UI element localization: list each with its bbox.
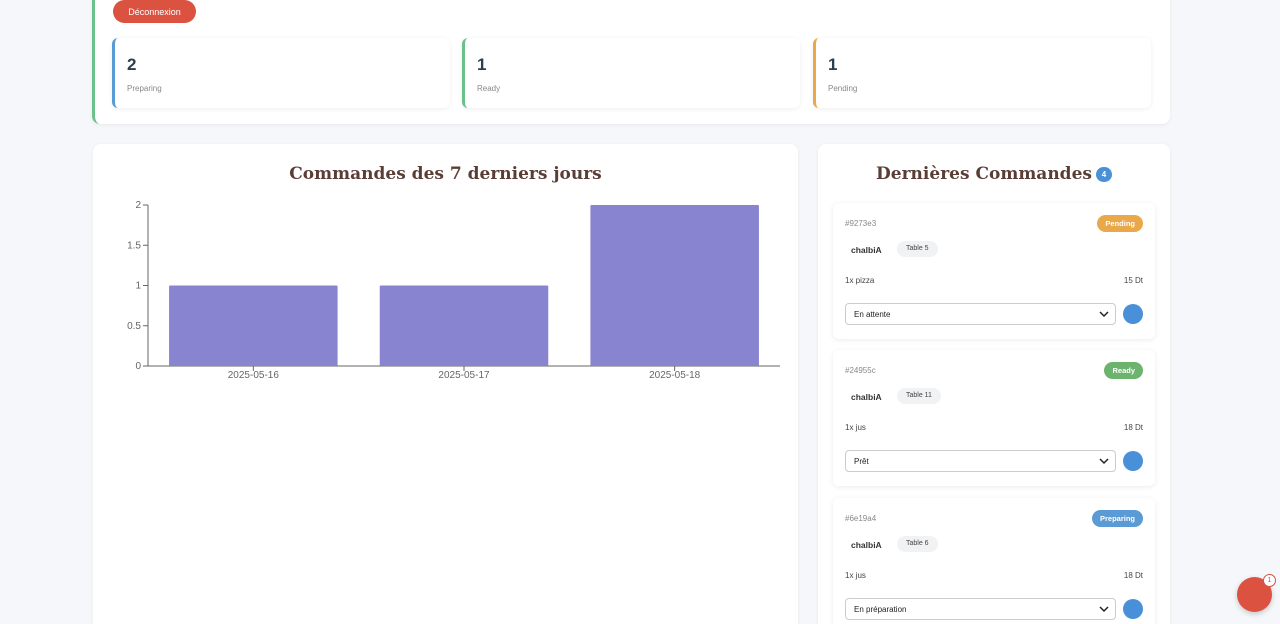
stat-label: Ready — [477, 84, 501, 93]
status-select-value: Prêt — [854, 457, 869, 466]
order-card: #6e19a4 Preparing chalbiA Table 6 1x jus… — [833, 498, 1155, 624]
status-select-value: En préparation — [854, 605, 907, 614]
orders-title-text: Dernières Commandes — [876, 164, 1092, 184]
stat-label: Preparing — [127, 84, 162, 93]
stat-value: 2 — [127, 55, 137, 74]
update-button[interactable] — [1123, 304, 1143, 324]
status-badge: Pending — [1097, 215, 1143, 232]
order-id: #9273e3 — [845, 219, 877, 228]
stat-value: 1 — [477, 55, 487, 74]
status-select[interactable]: En attente — [845, 303, 1116, 325]
orders-panel: Dernières Commandes 4 #9273e3 Pending cha… — [818, 144, 1170, 624]
order-price: 18 Dt — [1123, 423, 1143, 432]
customer-name: chalbiA — [851, 540, 882, 550]
order-card: #9273e3 Pending chalbiA Table 5 1x pizza… — [833, 203, 1155, 339]
x-tick-label: 2025-05-17 — [438, 370, 490, 381]
chart-card: Commandes des 7 derniers jours 0 0.5 1 1.5 2… — [93, 144, 798, 624]
stat-ready: 1 Ready — [462, 38, 800, 108]
notification-badge: 1 — [1263, 574, 1276, 587]
orders-title: Dernières Commandes 4 — [818, 164, 1170, 184]
customer-name: chalbiA — [851, 392, 882, 402]
chevron-down-icon — [1099, 606, 1109, 613]
order-item: 1x jus — [845, 571, 866, 580]
update-button[interactable] — [1123, 599, 1143, 619]
order-id: #6e19a4 — [845, 514, 877, 523]
bar-chart: 0 0.5 1 1.5 2 2025-05-16 2025-05-17 2025-05-18 — [127, 200, 780, 381]
notification-button[interactable]: 1 — [1237, 574, 1276, 612]
y-tick-label: 0.5 — [127, 321, 141, 332]
orders-count-badge: 4 — [1095, 167, 1112, 182]
chart-bar — [379, 285, 549, 366]
status-select[interactable]: Prêt — [845, 450, 1116, 472]
order-item: 1x jus — [845, 423, 866, 432]
y-tick-label: 2 — [135, 200, 141, 211]
x-tick-label: 2025-05-18 — [649, 370, 701, 381]
y-tick-label: 1 — [135, 281, 141, 292]
stat-preparing: 2 Preparing — [112, 38, 450, 108]
chevron-down-icon — [1099, 311, 1109, 318]
order-card: #24955c Ready chalbiA Table 11 1x jus 18… — [833, 350, 1155, 486]
stat-label: Pending — [828, 84, 858, 93]
stat-value: 1 — [828, 55, 838, 74]
table-tag: Table 6 — [897, 536, 938, 552]
chevron-down-icon — [1099, 458, 1109, 465]
order-price: 18 Dt — [1123, 571, 1143, 580]
order-price: 15 Dt — [1123, 276, 1143, 285]
status-badge: Ready — [1104, 362, 1143, 379]
stat-pending: 1 Pending — [813, 38, 1151, 108]
update-button[interactable] — [1123, 451, 1143, 471]
status-badge: Preparing — [1091, 510, 1143, 527]
logout-button[interactable]: Déconnexion — [113, 0, 196, 23]
table-tag: Table 5 — [897, 241, 938, 257]
status-select[interactable]: En préparation — [845, 598, 1116, 620]
y-tick-label: 0 — [135, 361, 141, 372]
x-tick-label: 2025-05-16 — [228, 370, 280, 381]
customer-name: chalbiA — [851, 245, 882, 255]
order-item: 1x pizza — [845, 276, 875, 285]
y-tick-label: 1.5 — [127, 240, 141, 251]
status-select-value: En attente — [854, 310, 891, 319]
chart-bar — [590, 205, 759, 366]
table-tag: Table 11 — [897, 388, 941, 404]
order-id: #24955c — [845, 366, 876, 375]
chart-bar — [169, 285, 338, 366]
